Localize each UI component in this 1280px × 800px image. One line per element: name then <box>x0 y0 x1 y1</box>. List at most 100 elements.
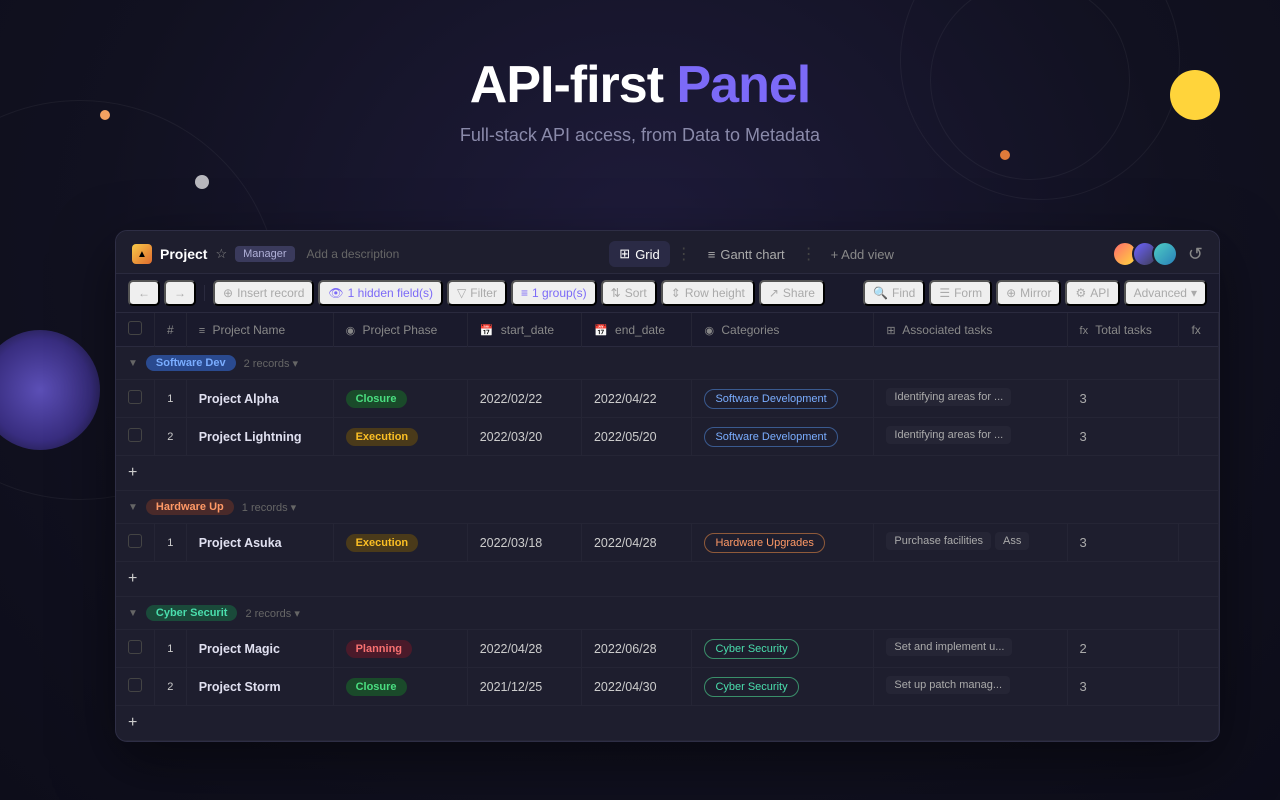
table-row[interactable]: 1 Project Magic Planning 2022/04/28 2022… <box>116 630 1219 668</box>
table-row[interactable]: 2 Project Lightning Execution 2022/03/20… <box>116 418 1219 456</box>
form-button[interactable]: ☰ Form <box>929 280 992 306</box>
th-total-icon: fx <box>1080 325 1089 337</box>
table-row[interactable]: 1 Project Asuka Execution 2022/03/18 202… <box>116 524 1219 562</box>
row-category: Cyber Security <box>692 630 874 668</box>
group-label: 1 group(s) <box>532 286 587 300</box>
tab-gantt[interactable]: ≡ Gantt chart <box>698 242 795 267</box>
add-row-button[interactable]: + <box>116 456 1219 491</box>
avatar-3 <box>1152 241 1178 267</box>
avatar-group <box>1112 241 1178 267</box>
row-extra <box>1179 524 1219 562</box>
row-extra <box>1179 668 1219 706</box>
group-count: 2 records ▾ <box>244 357 298 370</box>
mirror-button[interactable]: ⊕ Mirror <box>996 280 1061 306</box>
sort-button[interactable]: ⇅ Sort <box>601 280 657 306</box>
th-associated-tasks[interactable]: ⊞ Associated tasks <box>874 313 1067 347</box>
th-cat-label: Categories <box>721 323 779 337</box>
add-row-button[interactable]: + <box>116 706 1219 741</box>
add-row-cell[interactable]: + <box>116 706 1219 741</box>
row-checkbox-cell[interactable] <box>116 630 155 668</box>
advanced-button[interactable]: Advanced ▾ <box>1124 280 1207 306</box>
table-row[interactable]: 1 Project Alpha Closure 2022/02/22 2022/… <box>116 380 1219 418</box>
row-height-label: Row height <box>685 286 745 300</box>
group-button[interactable]: ≡ 1 group(s) <box>511 280 597 306</box>
row-checkbox[interactable] <box>128 390 142 404</box>
filter-button[interactable]: ▽ Filter <box>447 280 507 306</box>
group-count: 2 records ▾ <box>245 607 299 620</box>
find-label: Find <box>892 286 915 300</box>
category-badge: Software Development <box>704 427 837 447</box>
eye-icon: 👁 <box>328 286 343 300</box>
row-phase: Execution <box>333 418 467 456</box>
row-height-button[interactable]: ⇕ Row height <box>661 280 755 306</box>
row-start-date: 2021/12/25 <box>467 668 581 706</box>
row-end-date: 2022/04/30 <box>581 668 691 706</box>
mirror-label: Mirror <box>1020 286 1051 300</box>
phase-badge: Closure <box>346 390 407 408</box>
tab-grid[interactable]: ⊞ Grid <box>609 241 669 267</box>
row-checkbox[interactable] <box>128 640 142 654</box>
panel-title-area: ▲ Project ☆ Manager Add a description <box>132 244 399 264</box>
row-number: 2 <box>155 418 187 456</box>
find-button[interactable]: 🔍 Find <box>863 280 925 306</box>
deco-circle-white <box>195 175 209 189</box>
hero-section: API-first Panel Full-stack API access, f… <box>0 0 1280 146</box>
add-view-button[interactable]: + Add view <box>823 242 902 267</box>
row-checkbox[interactable] <box>128 428 142 442</box>
row-checkbox-cell[interactable] <box>116 524 155 562</box>
total-tasks-value: 3 <box>1080 679 1087 694</box>
hidden-fields-button[interactable]: 👁 1 hidden field(s) <box>318 280 443 306</box>
row-checkbox-cell[interactable] <box>116 418 155 456</box>
deco-circle-orange-mid <box>1000 150 1010 160</box>
panel-right-actions: ↺ <box>1112 241 1203 267</box>
add-row-cell[interactable]: + <box>116 562 1219 597</box>
insert-record-button[interactable]: ⊕ Insert record <box>213 280 314 306</box>
select-all-checkbox[interactable] <box>128 321 142 335</box>
refresh-icon[interactable]: ↺ <box>1188 244 1203 265</box>
row-total-tasks: 3 <box>1067 418 1179 456</box>
row-checkbox[interactable] <box>128 534 142 548</box>
row-end-date: 2022/04/28 <box>581 524 691 562</box>
th-start-date[interactable]: 📅 start_date <box>467 313 581 347</box>
row-total-tasks: 3 <box>1067 668 1179 706</box>
group-row-cyber-sec[interactable]: ▼ Cyber Securit 2 records ▾ <box>116 597 1219 630</box>
th-project-phase[interactable]: ◉ Project Phase <box>333 313 467 347</box>
add-description[interactable]: Add a description <box>307 247 400 261</box>
row-checkbox-cell[interactable] <box>116 380 155 418</box>
category-badge: Hardware Upgrades <box>704 533 824 553</box>
api-button[interactable]: ⚙ API <box>1065 280 1119 306</box>
row-checkbox[interactable] <box>128 678 142 692</box>
row-project-name: Project Storm <box>186 668 333 706</box>
row-number: 1 <box>155 380 187 418</box>
row-checkbox-cell[interactable] <box>116 668 155 706</box>
th-total-tasks[interactable]: fx Total tasks <box>1067 313 1179 347</box>
row-phase: Planning <box>333 630 467 668</box>
th-project-name[interactable]: ≡ Project Name <box>186 313 333 347</box>
sort-label: Sort <box>625 286 647 300</box>
th-extra[interactable]: fx <box>1179 313 1219 347</box>
toolbar: ← → ⊕ Insert record 👁 1 hidden field(s) … <box>116 274 1219 313</box>
group-row-hardware-up[interactable]: ▼ Hardware Up 1 records ▾ <box>116 491 1219 524</box>
toolbar-undo[interactable]: ← <box>128 280 160 306</box>
add-row-cell[interactable]: + <box>116 456 1219 491</box>
th-start-icon: 📅 <box>480 325 494 337</box>
form-icon: ☰ <box>939 286 950 300</box>
task-chip: Identifying areas for ... <box>886 388 1011 406</box>
add-row-button[interactable]: + <box>116 562 1219 597</box>
table-wrapper[interactable]: # ≡ Project Name ◉ Project Phase 📅 start… <box>116 313 1219 741</box>
toolbar-redo[interactable]: → <box>164 280 196 306</box>
th-end-date[interactable]: 📅 end_date <box>581 313 691 347</box>
table-row[interactable]: 2 Project Storm Closure 2021/12/25 2022/… <box>116 668 1219 706</box>
share-button[interactable]: ↗ Share <box>759 280 825 306</box>
th-extra-icon: fx <box>1191 323 1200 337</box>
group-tag: Hardware Up <box>146 499 234 515</box>
group-row-software-dev[interactable]: ▼ Software Dev 2 records ▾ <box>116 347 1219 380</box>
th-checkbox[interactable] <box>116 313 155 347</box>
share-icon: ↗ <box>769 286 779 300</box>
star-icon[interactable]: ☆ <box>215 246 227 262</box>
tab-grid-label: Grid <box>635 247 660 262</box>
advanced-label: Advanced <box>1134 286 1187 300</box>
row-total-tasks: 3 <box>1067 380 1179 418</box>
find-icon: 🔍 <box>873 286 888 300</box>
th-categories[interactable]: ◉ Categories <box>692 313 874 347</box>
